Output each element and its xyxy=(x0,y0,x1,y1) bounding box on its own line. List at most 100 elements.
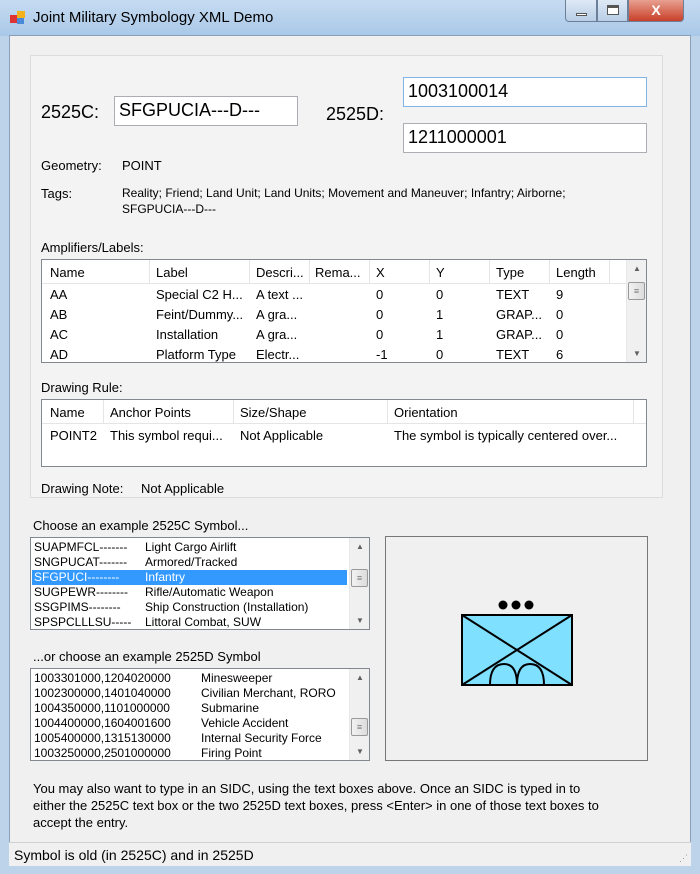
scroll-thumb[interactable]: ≡ xyxy=(351,718,368,736)
list-2525c-label: Choose an example 2525C Symbol... xyxy=(33,518,249,533)
list-item-name: Firing Point xyxy=(201,746,262,760)
scroll-down-icon[interactable]: ▼ xyxy=(633,349,641,358)
list-item-name: Armored/Tracked xyxy=(145,555,238,569)
list-item[interactable]: SUAPMFCL------- Light Cargo Airlift xyxy=(32,540,347,555)
table-cell: Platform Type xyxy=(156,347,236,362)
echelon-dot xyxy=(524,600,534,610)
list-item[interactable]: 1003250000,2501000000 Firing Point xyxy=(32,746,347,760)
list-item-code: SSGPIMS-------- xyxy=(34,600,121,614)
table-cell: TEXT xyxy=(496,287,530,302)
table-cell: 9 xyxy=(556,287,564,302)
drawing-rule-grid[interactable]: Name Anchor Points Size/Shape Orientation PO… xyxy=(41,399,647,467)
help-text-line3: accept the entry. xyxy=(33,815,129,830)
column-header-0[interactable]: Name xyxy=(50,405,85,420)
list-item[interactable]: SUGPEWR-------- Rifle/Automatic Weapon xyxy=(32,585,347,600)
list-item-name: Light Cargo Airlift xyxy=(145,540,237,554)
vertical-scrollbar[interactable]: ▲ ≡ ▼ xyxy=(349,669,369,760)
table-cell: Electr... xyxy=(256,347,300,362)
list-item-code: SNGPUCAT------- xyxy=(34,555,128,569)
column-header-6[interactable]: Type xyxy=(496,265,524,280)
table-cell: AC xyxy=(50,327,69,342)
column-header-0[interactable]: Name xyxy=(50,265,85,280)
list-item-code: 1005400000,1315130000 xyxy=(34,731,171,745)
table-cell: AD xyxy=(50,347,69,362)
symbol-graphic xyxy=(461,600,573,686)
table-row[interactable]: AB Feint/Dummy... A gra... 0 1 GRAP... 0 xyxy=(42,305,626,325)
list-item-name: Littoral Combat, SUW xyxy=(145,615,262,629)
list-item-code: 1004350000,1101000000 xyxy=(34,701,170,715)
column-header-4[interactable]: X xyxy=(376,265,385,280)
list-item-code: SUAPMFCL------- xyxy=(34,540,128,554)
table-row[interactable]: POINT2 This symbol requi... Not Applicable… xyxy=(42,425,646,445)
vertical-scrollbar[interactable]: ▲ ≡ ▼ xyxy=(349,538,369,629)
column-header-3[interactable]: Rema... xyxy=(315,265,361,280)
list-item[interactable]: 1003301000,1204020000 Minesweeper xyxy=(32,671,347,686)
list-item-code: 1003250000,2501000000 xyxy=(34,746,171,760)
column-header-2[interactable]: Descri... xyxy=(256,265,304,280)
list-item[interactable]: SNGPUCAT------- Armored/Tracked xyxy=(32,555,347,570)
table-cell: AB xyxy=(50,307,68,322)
scroll-thumb[interactable]: ≡ xyxy=(351,569,368,587)
column-header-3[interactable]: Orientation xyxy=(394,405,458,420)
list-item[interactable]: 1005400000,1315130000 Internal Security F… xyxy=(32,731,347,746)
table-cell: Not Applicable xyxy=(240,428,324,443)
list-item[interactable]: 1002300000,1401040000 Civilian Merchant, … xyxy=(32,686,347,701)
list-item-code: 1004400000,1604001600 xyxy=(34,716,171,730)
scroll-up-icon[interactable]: ▲ xyxy=(356,542,364,551)
list-item-name: Internal Security Force xyxy=(201,731,322,745)
drawing-rule-label: Drawing Rule: xyxy=(41,380,123,395)
list-item[interactable]: 1004400000,1604001600 Vehicle Accident xyxy=(32,716,347,731)
close-button[interactable]: X xyxy=(628,0,684,22)
geometry-label: Geometry: xyxy=(41,158,102,173)
table-cell: 1 xyxy=(436,307,444,322)
table-row[interactable]: AC Installation A gra... 0 1 GRAP... 0 xyxy=(42,325,626,345)
tags-value-line1: Reality; Friend; Land Unit; Land Units; … xyxy=(122,186,566,200)
scroll-down-icon[interactable]: ▼ xyxy=(356,747,364,756)
column-separator xyxy=(149,260,150,284)
tags-value-line2: SFGPUCIA---D--- xyxy=(122,202,216,216)
amplifiers-grid[interactable]: Name Label Descri... Rema... X Y Type Length AA S… xyxy=(41,259,647,363)
table-row[interactable]: AD Platform Type Electr... -1 0 TEXT 6 xyxy=(42,345,626,362)
list-item-code: SPSPCLLLSU----- xyxy=(34,615,132,629)
label-2525d: 2525D: xyxy=(326,104,385,124)
scroll-up-icon[interactable]: ▲ xyxy=(356,673,364,682)
sidc-2525d-input-2[interactable]: 1211000001 xyxy=(403,123,647,153)
label-2525c: 2525C: xyxy=(41,102,100,122)
list-item-name: Rifle/Automatic Weapon xyxy=(145,585,274,599)
maximize-button[interactable] xyxy=(597,0,628,22)
scroll-up-icon[interactable]: ▲ xyxy=(633,264,641,273)
list-2525d[interactable]: 1003301000,1204020000 Minesweeper 10023000… xyxy=(30,668,370,761)
list-2525c[interactable]: SUAPMFCL------- Light Cargo Airlift SNGPUC… xyxy=(30,537,370,630)
status-text: Symbol is old (in 2525C) and in 2525D xyxy=(14,847,254,863)
list-item[interactable]: SPSPCLLLSU----- Littoral Combat, SUW xyxy=(32,615,347,629)
column-header-1[interactable]: Anchor Points xyxy=(110,405,191,420)
list-item-name: Minesweeper xyxy=(201,671,273,685)
app-icon xyxy=(10,11,25,24)
list-item-name: Submarine xyxy=(201,701,260,715)
table-cell: 0 xyxy=(556,327,564,342)
table-row[interactable]: AA Special C2 H... A text ... 0 0 TEXT 9 xyxy=(42,285,626,305)
sidc-2525d-input-1[interactable]: 1003100014 xyxy=(403,77,647,107)
column-header-7[interactable]: Length xyxy=(556,265,596,280)
list-item-code: 1003301000,1204020000 xyxy=(34,671,171,685)
status-bar: Symbol is old (in 2525C) and in 2525D ⋰ xyxy=(9,842,691,866)
column-header-1[interactable]: Label xyxy=(156,265,188,280)
scroll-thumb[interactable]: ≡ xyxy=(628,282,645,300)
amplifiers-label: Amplifiers/Labels: xyxy=(41,240,144,255)
sidc-2525c-input[interactable]: SFGPUCIA---D--- xyxy=(114,96,298,126)
scroll-down-icon[interactable]: ▼ xyxy=(356,616,364,625)
minimize-button[interactable] xyxy=(565,0,597,22)
column-separator xyxy=(369,260,370,284)
vertical-scrollbar[interactable]: ▲ ≡ ▼ xyxy=(626,260,646,362)
resize-grip-icon[interactable]: ⋰ xyxy=(679,853,688,864)
column-header-5[interactable]: Y xyxy=(436,265,445,280)
list-item[interactable]: 1004350000,1101000000 Submarine xyxy=(32,701,347,716)
geometry-value: POINT xyxy=(122,158,162,173)
list-item[interactable]: SSGPIMS-------- Ship Construction (Instal… xyxy=(32,600,347,615)
list-item[interactable]: SFGPUCI-------- Infantry xyxy=(32,570,347,585)
column-header-2[interactable]: Size/Shape xyxy=(240,405,307,420)
table-cell: POINT2 xyxy=(50,428,97,443)
list-item-code: 1002300000,1401040000 xyxy=(34,686,171,700)
column-separator xyxy=(609,260,610,284)
table-cell: GRAP... xyxy=(496,307,543,322)
